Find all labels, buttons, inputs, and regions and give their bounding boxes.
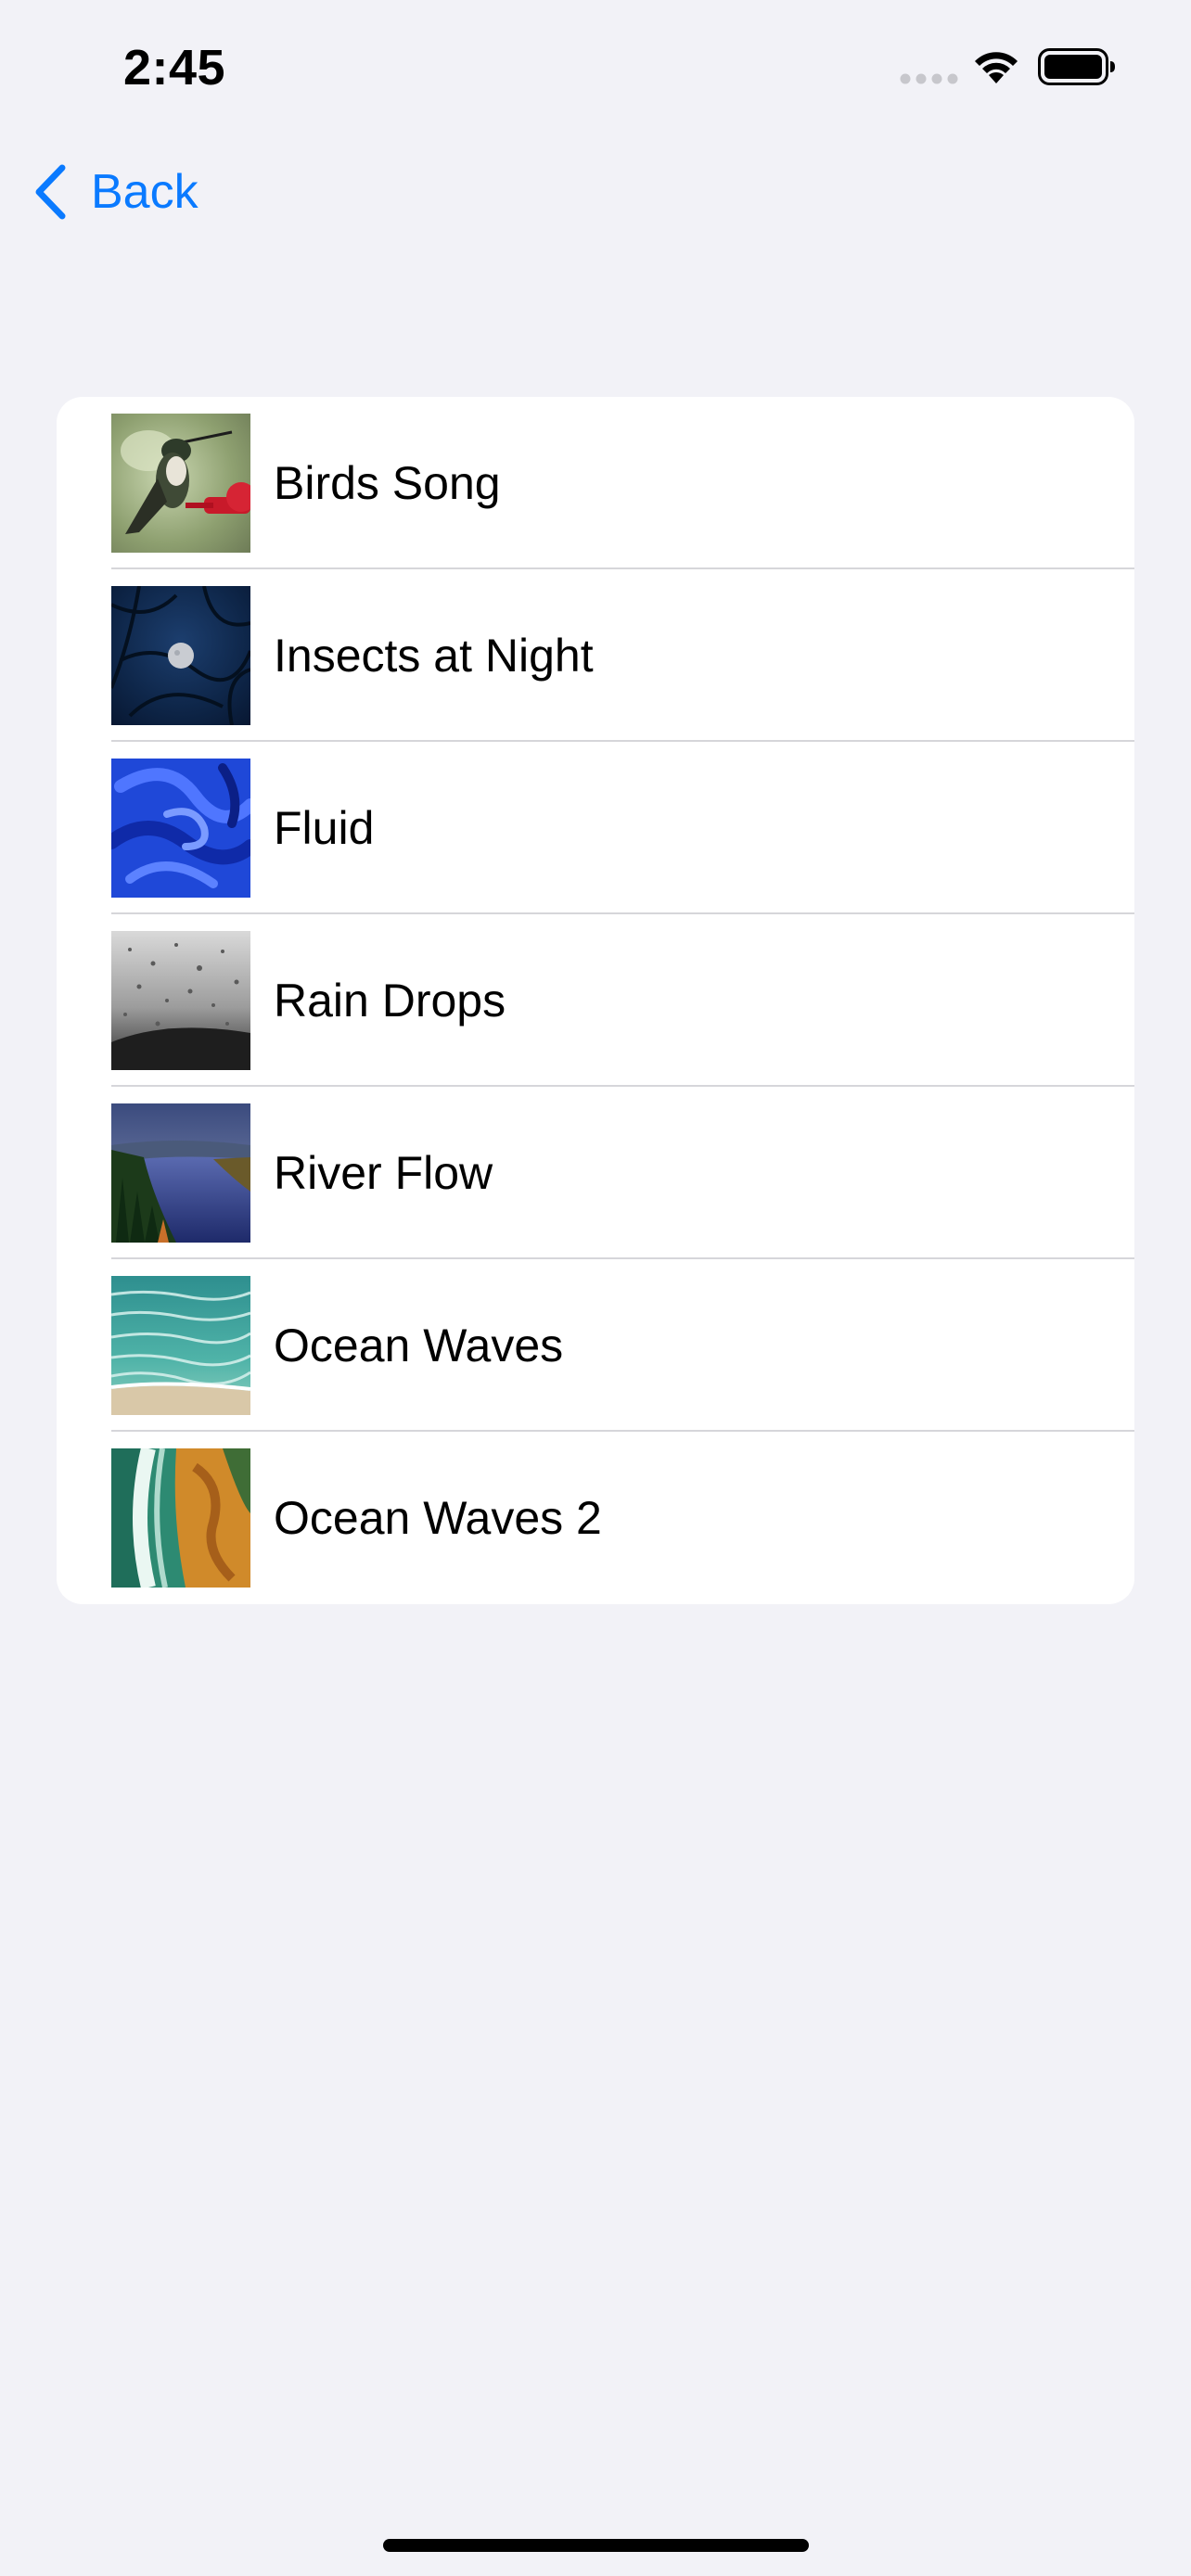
- river-forest-thumbnail: [111, 1103, 250, 1243]
- status-time: 2:45: [123, 40, 226, 96]
- sound-title: Ocean Waves 2: [274, 1492, 602, 1544]
- sound-title: River Flow: [274, 1147, 493, 1199]
- hummingbird-thumbnail: [111, 414, 250, 553]
- list-item-fluid[interactable]: Fluid: [57, 742, 1134, 914]
- sound-list: Birds Song Insects at Night Fluid Rain D…: [57, 397, 1134, 1604]
- home-indicator[interactable]: [383, 2539, 809, 2552]
- sound-title: Ocean Waves: [274, 1320, 564, 1371]
- sound-title: Birds Song: [274, 457, 501, 509]
- sound-title: Insects at Night: [274, 630, 594, 682]
- list-item-river-flow[interactable]: River Flow: [57, 1087, 1134, 1259]
- ocean-waves-thumbnail: [111, 1276, 250, 1415]
- list-item-ocean-waves-2[interactable]: Ocean Waves 2: [57, 1432, 1134, 1604]
- blue-fluid-thumbnail: [111, 759, 250, 898]
- wifi-icon: [975, 52, 1018, 83]
- back-button[interactable]: Back: [33, 158, 198, 226]
- night-moon-thumbnail: [111, 586, 250, 725]
- list-item-rain-drops[interactable]: Rain Drops: [57, 914, 1134, 1087]
- list-item-ocean-waves[interactable]: Ocean Waves: [57, 1259, 1134, 1432]
- status-bar: 2:45: [0, 0, 1191, 130]
- battery-icon: [1038, 48, 1115, 85]
- back-label: Back: [91, 165, 198, 219]
- rain-window-thumbnail: [111, 931, 250, 1070]
- list-item-birds-song[interactable]: Birds Song: [57, 397, 1134, 569]
- cellular-signal-icon: [900, 73, 958, 84]
- aerial-beach-thumbnail: [111, 1448, 250, 1588]
- chevron-left-icon: [35, 164, 66, 220]
- sound-title: Rain Drops: [274, 975, 506, 1027]
- list-item-insects-at-night[interactable]: Insects at Night: [57, 569, 1134, 742]
- sound-title: Fluid: [274, 802, 375, 854]
